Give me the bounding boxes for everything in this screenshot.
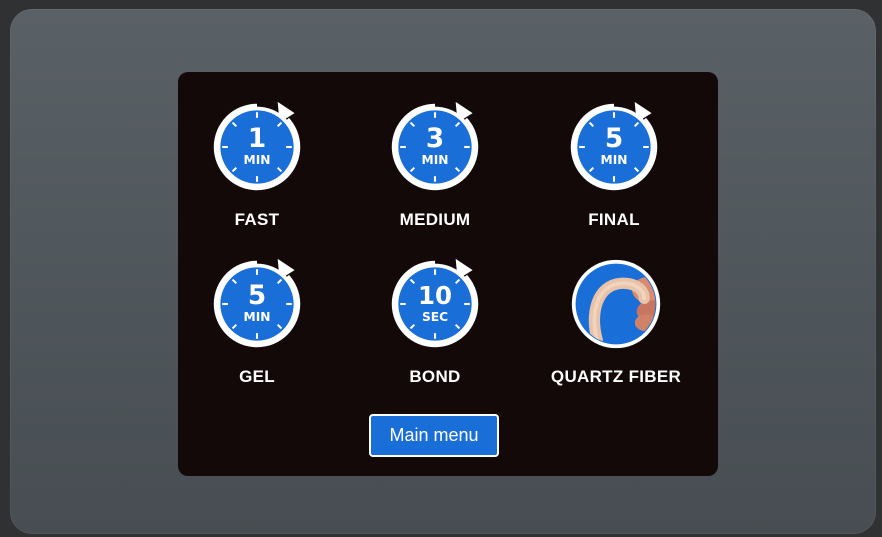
touch-screen: 1 MIN FAST 3 MIN MEDIUM 5 MIN FINAL 5 MI…: [178, 72, 718, 476]
gel-button[interactable]: 5 MIN GEL: [157, 257, 357, 387]
timer-icon: 5 MIN: [213, 257, 301, 348]
timer-number: 5: [248, 281, 266, 311]
medium-label: MEDIUM: [399, 210, 471, 229]
main-menu-button[interactable]: Main menu: [369, 414, 499, 457]
timer-icon: 5 MIN: [570, 100, 658, 191]
final-label: FINAL: [588, 210, 640, 229]
bond-button[interactable]: 10 SEC BOND: [335, 257, 535, 387]
timer-unit: MIN: [244, 153, 271, 167]
medium-button[interactable]: 3 MIN MEDIUM: [335, 100, 535, 230]
timer-unit: SEC: [422, 310, 448, 324]
timer-icon: 1 MIN: [213, 100, 301, 191]
timer-icon: 3 MIN: [391, 100, 479, 191]
quartz-fiber-button[interactable]: QUARTZ FIBER: [516, 257, 716, 387]
timer-icon: 10 SEC: [391, 257, 479, 348]
timer-unit: MIN: [601, 153, 628, 167]
gel-label: GEL: [239, 367, 275, 386]
final-button[interactable]: 5 MIN FINAL: [514, 100, 714, 230]
timer-number: 1: [248, 124, 266, 154]
timer-number: 5: [605, 124, 623, 154]
quartz-fiber-label: QUARTZ FIBER: [550, 367, 682, 386]
fast-label: FAST: [234, 210, 280, 229]
timer-unit: MIN: [244, 310, 271, 324]
fast-button[interactable]: 1 MIN FAST: [157, 100, 357, 230]
timer-number: 3: [426, 124, 444, 154]
timer-number: 10: [418, 281, 452, 310]
timer-unit: MIN: [422, 153, 449, 167]
quartz-fiber-photo-icon: [571, 259, 661, 349]
bond-label: BOND: [409, 367, 461, 386]
